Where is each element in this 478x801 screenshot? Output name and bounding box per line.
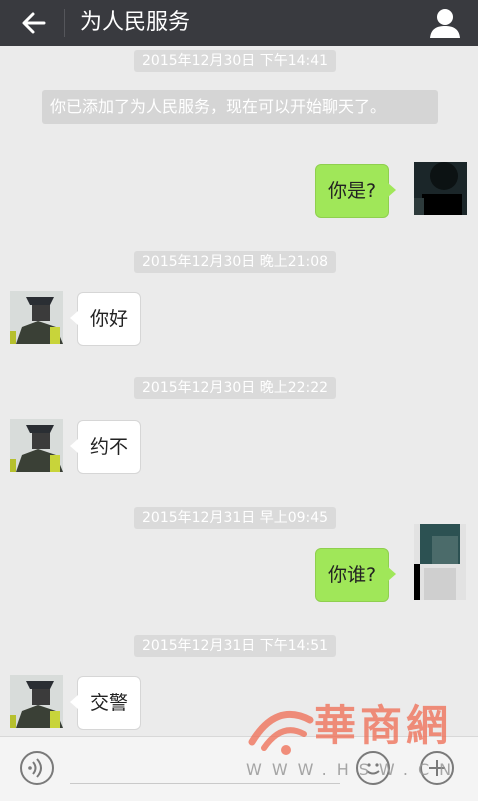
sent-message[interactable]: 你谁?: [315, 548, 397, 602]
timestamp: 2015年12月31日 早上09:45: [134, 507, 337, 529]
avatar-image: [10, 419, 63, 472]
timestamp: 2015年12月30日 下午14:41: [134, 50, 337, 72]
chat-title: 为人民服务: [80, 10, 191, 35]
timestamp: 2015年12月31日 下午14:51: [134, 635, 337, 657]
avatar[interactable]: [414, 162, 467, 215]
sent-message[interactable]: 你是?: [315, 164, 397, 218]
avatar[interactable]: [10, 291, 63, 344]
divider: [64, 9, 65, 37]
timestamp: 2015年12月30日 晚上21:08: [134, 251, 337, 273]
arrow-left-icon[interactable]: [18, 7, 50, 39]
avatar[interactable]: [10, 675, 63, 728]
avatar[interactable]: [414, 524, 466, 600]
received-message[interactable]: 约不: [69, 420, 142, 474]
received-message[interactable]: 交警: [69, 676, 142, 730]
watermark-url: WWW.HSW.CN: [246, 760, 462, 779]
chat-area[interactable]: 2015年12月30日 下午14:41 你已添加了为人民服务，现在可以开始聊天了…: [0, 46, 478, 736]
watermark-name: 華商網: [314, 701, 453, 750]
voice-icon[interactable]: [20, 751, 54, 785]
received-message[interactable]: 你好: [69, 292, 142, 346]
avatar-image: [414, 524, 466, 600]
avatar-image: [10, 675, 63, 728]
avatar-image: [414, 162, 467, 215]
avatar[interactable]: [10, 419, 63, 472]
timestamp: 2015年12月30日 晚上22:22: [134, 377, 337, 399]
top-bar: 为人民服务: [0, 0, 478, 46]
avatar-image: [10, 291, 63, 344]
message-input[interactable]: [70, 783, 340, 784]
system-message: 你已添加了为人民服务，现在可以开始聊天了。: [42, 90, 438, 124]
person-icon[interactable]: [428, 6, 462, 40]
